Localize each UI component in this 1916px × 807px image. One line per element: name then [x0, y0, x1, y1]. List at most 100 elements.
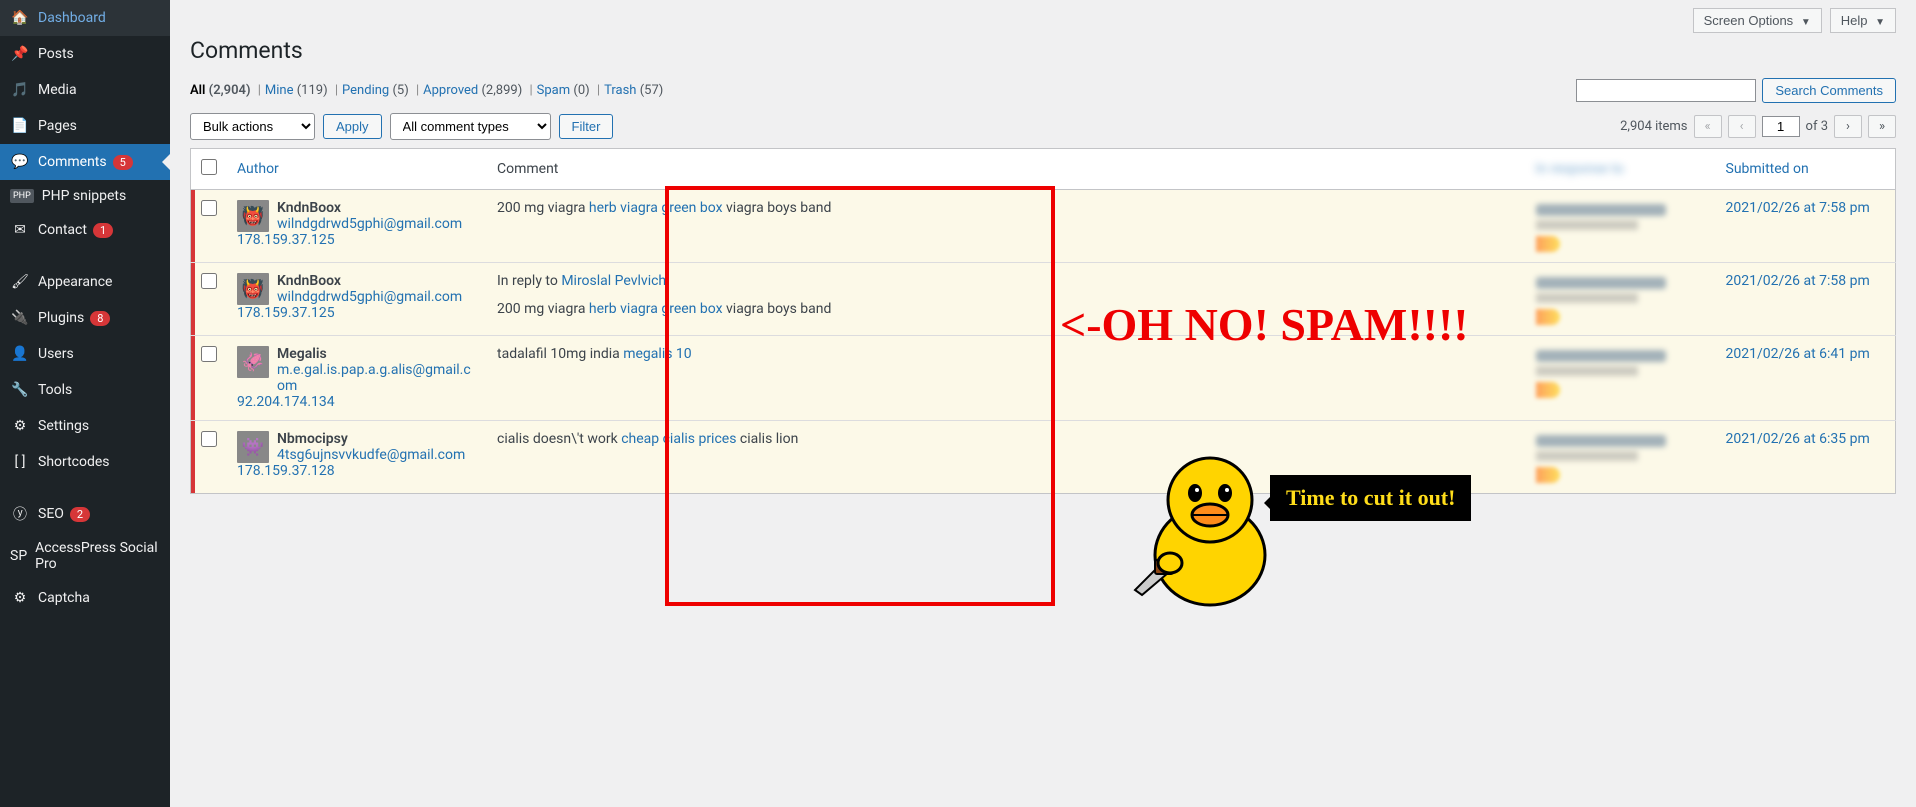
sidebar-item-comments[interactable]: 💬Comments5 — [0, 144, 170, 180]
comment-body-link[interactable]: cheap cialis prices — [621, 431, 736, 447]
sidebar-item-php-snippets[interactable]: PHPPHP snippets — [0, 180, 170, 212]
filter-button[interactable]: Filter — [559, 114, 614, 139]
sidebar-item-settings[interactable]: ⚙Settings — [0, 408, 170, 444]
response-cell[interactable] — [1526, 190, 1716, 263]
last-page-button[interactable]: » — [1868, 115, 1896, 138]
in-reply-to: In reply to Miroslal Pevlvich. — [497, 273, 1516, 289]
author-email[interactable]: wilndgdrwd5gphi@gmail.com — [277, 216, 462, 232]
author-email[interactable]: 4tsg6ujnsvvkudfe@gmail.com — [277, 447, 465, 463]
author-name: Megalis — [277, 346, 477, 362]
caret-down-icon: ▼ — [1801, 17, 1811, 28]
submitted-date[interactable]: 2021/02/26 at 6:41 pm — [1716, 336, 1896, 421]
brush-icon: 🖌 — [10, 272, 30, 292]
sidebar-item-posts[interactable]: 📌Posts — [0, 36, 170, 72]
author-name: KndnBoox — [277, 200, 462, 216]
row-checkbox[interactable] — [201, 200, 217, 216]
comment-text: 200 mg viagra herb viagra green box viag… — [497, 301, 1516, 317]
column-response[interactable]: In response to — [1526, 149, 1716, 190]
sidebar-item-captcha[interactable]: ⚙Captcha — [0, 580, 170, 616]
author-ip[interactable]: 178.159.37.125 — [237, 305, 335, 321]
sidebar-item-tools[interactable]: 🔧Tools — [0, 372, 170, 408]
column-author[interactable]: Author — [227, 149, 487, 190]
author-ip[interactable]: 92.204.174.134 — [237, 394, 335, 410]
total-items-text: 2,904 items — [1620, 119, 1687, 134]
filter-approved[interactable]: Approved (2,899) — [423, 83, 522, 98]
row-checkbox[interactable] — [201, 346, 217, 362]
comment-row: 👹KndnBooxwilndgdrwd5gphi@gmail.com178.15… — [191, 190, 1896, 263]
comment-body-link[interactable]: megalis 10 — [623, 346, 691, 362]
current-page-input[interactable] — [1762, 116, 1800, 137]
sidebar-item-pages[interactable]: 📄Pages — [0, 108, 170, 144]
next-page-button[interactable]: › — [1834, 115, 1862, 138]
user-icon: 👤 — [10, 344, 30, 364]
column-submitted[interactable]: Submitted on — [1716, 149, 1896, 190]
sidebar-item-users[interactable]: 👤Users — [0, 336, 170, 372]
wrench-icon: 🔧 — [10, 380, 30, 400]
bulk-actions-select[interactable]: Bulk actions — [190, 113, 315, 140]
filter-all[interactable]: All (2,904) — [190, 83, 251, 98]
comment-text: cialis doesn\'t work cheap cialis prices… — [497, 431, 1516, 447]
comment-row: 👾Nbmocipsy4tsg6ujnsvvkudfe@gmail.com178.… — [191, 421, 1896, 494]
author-ip[interactable]: 178.159.37.125 — [237, 232, 335, 248]
pagination: 2,904 items « ‹ of 3 › » — [1620, 115, 1896, 138]
row-checkbox[interactable] — [201, 431, 217, 447]
submitted-date[interactable]: 2021/02/26 at 7:58 pm — [1716, 190, 1896, 263]
sidebar-item-media[interactable]: 🎵Media — [0, 72, 170, 108]
filter-spam[interactable]: Spam (0) — [537, 83, 590, 98]
response-cell[interactable] — [1526, 336, 1716, 421]
comment-text: tadalafil 10mg india megalis 10 — [497, 346, 1516, 362]
plug-icon: 🔌 — [10, 308, 30, 328]
submitted-date[interactable]: 2021/02/26 at 6:35 pm — [1716, 421, 1896, 494]
brackets-icon: [ ] — [10, 452, 30, 472]
page-of-text: of 3 — [1806, 119, 1828, 134]
sidebar-item-seo[interactable]: ⓨSEO2 — [0, 496, 170, 532]
badge: 8 — [90, 311, 110, 326]
comment-body-link[interactable]: herb viagra green box — [589, 200, 723, 216]
search-comments-button[interactable]: Search Comments — [1762, 78, 1896, 103]
response-cell[interactable] — [1526, 421, 1716, 494]
admin-sidebar: 🏠Dashboard📌Posts🎵Media📄Pages💬Comments5PH… — [0, 0, 170, 807]
sidebar-item-plugins[interactable]: 🔌Plugins8 — [0, 300, 170, 336]
column-comment: Comment — [487, 149, 1526, 190]
author-email[interactable]: m.e.gal.is.pap.a.g.alis@gmail.com — [277, 362, 477, 394]
help-button[interactable]: Help ▼ — [1830, 8, 1896, 33]
comment-body-link[interactable]: herb viagra green box — [589, 301, 723, 317]
media-icon: 🎵 — [10, 80, 30, 100]
main-content: Screen Options ▼ Help ▼ Comments All (2,… — [170, 0, 1916, 807]
apply-button[interactable]: Apply — [323, 114, 382, 139]
pin-icon: 📌 — [10, 44, 30, 64]
sliders-icon: ⚙ — [10, 416, 30, 436]
filter-trash[interactable]: Trash (57) — [604, 83, 663, 98]
sidebar-item-dashboard[interactable]: 🏠Dashboard — [0, 0, 170, 36]
submitted-date[interactable]: 2021/02/26 at 7:58 pm — [1716, 263, 1896, 336]
sidebar-item-contact[interactable]: ✉Contact1 — [0, 212, 170, 248]
screen-options-button[interactable]: Screen Options ▼ — [1693, 8, 1822, 33]
avatar: 👹 — [237, 273, 269, 305]
response-cell[interactable] — [1526, 263, 1716, 336]
comment-status-filters: All (2,904) Mine (119) Pending (5) Approved… — [190, 83, 671, 98]
author-email[interactable]: wilndgdrwd5gphi@gmail.com — [277, 289, 462, 305]
comments-table: Author Comment In response to Submitted … — [190, 148, 1896, 494]
select-all-checkbox[interactable] — [201, 159, 217, 175]
comment-row: 👹 KndnBooxwilndgdrwd5gphi@gmail.com178.15… — [191, 263, 1896, 336]
author-ip[interactable]: 178.159.37.128 — [237, 463, 335, 479]
sidebar-item-shortcodes[interactable]: [ ]Shortcodes — [0, 444, 170, 480]
mail-icon: ✉ — [10, 220, 30, 240]
sidebar-item-appearance[interactable]: 🖌Appearance — [0, 264, 170, 300]
comment-row: 🦑Megalism.e.gal.is.pap.a.g.alis@gmail.co… — [191, 336, 1896, 421]
sidebar-item-accesspress-social-pro[interactable]: SPAccessPress Social Pro — [0, 532, 170, 580]
comment-type-select[interactable]: All comment types — [390, 113, 551, 140]
reply-author-link[interactable]: Miroslal Pevlvich — [561, 273, 666, 289]
avatar: 👾 — [237, 431, 269, 463]
search-input[interactable] — [1576, 79, 1756, 102]
gear-icon: ⚙ — [10, 588, 30, 608]
first-page-button[interactable]: « — [1694, 115, 1722, 138]
seo-icon: ⓨ — [10, 504, 30, 524]
filter-pending[interactable]: Pending (5) — [342, 83, 409, 98]
caret-down-icon: ▼ — [1875, 17, 1885, 28]
prev-page-button[interactable]: ‹ — [1728, 115, 1756, 138]
filter-mine[interactable]: Mine (119) — [265, 83, 328, 98]
badge: 5 — [113, 155, 133, 170]
row-checkbox[interactable] — [201, 273, 217, 289]
author-name: KndnBoox — [277, 273, 462, 289]
